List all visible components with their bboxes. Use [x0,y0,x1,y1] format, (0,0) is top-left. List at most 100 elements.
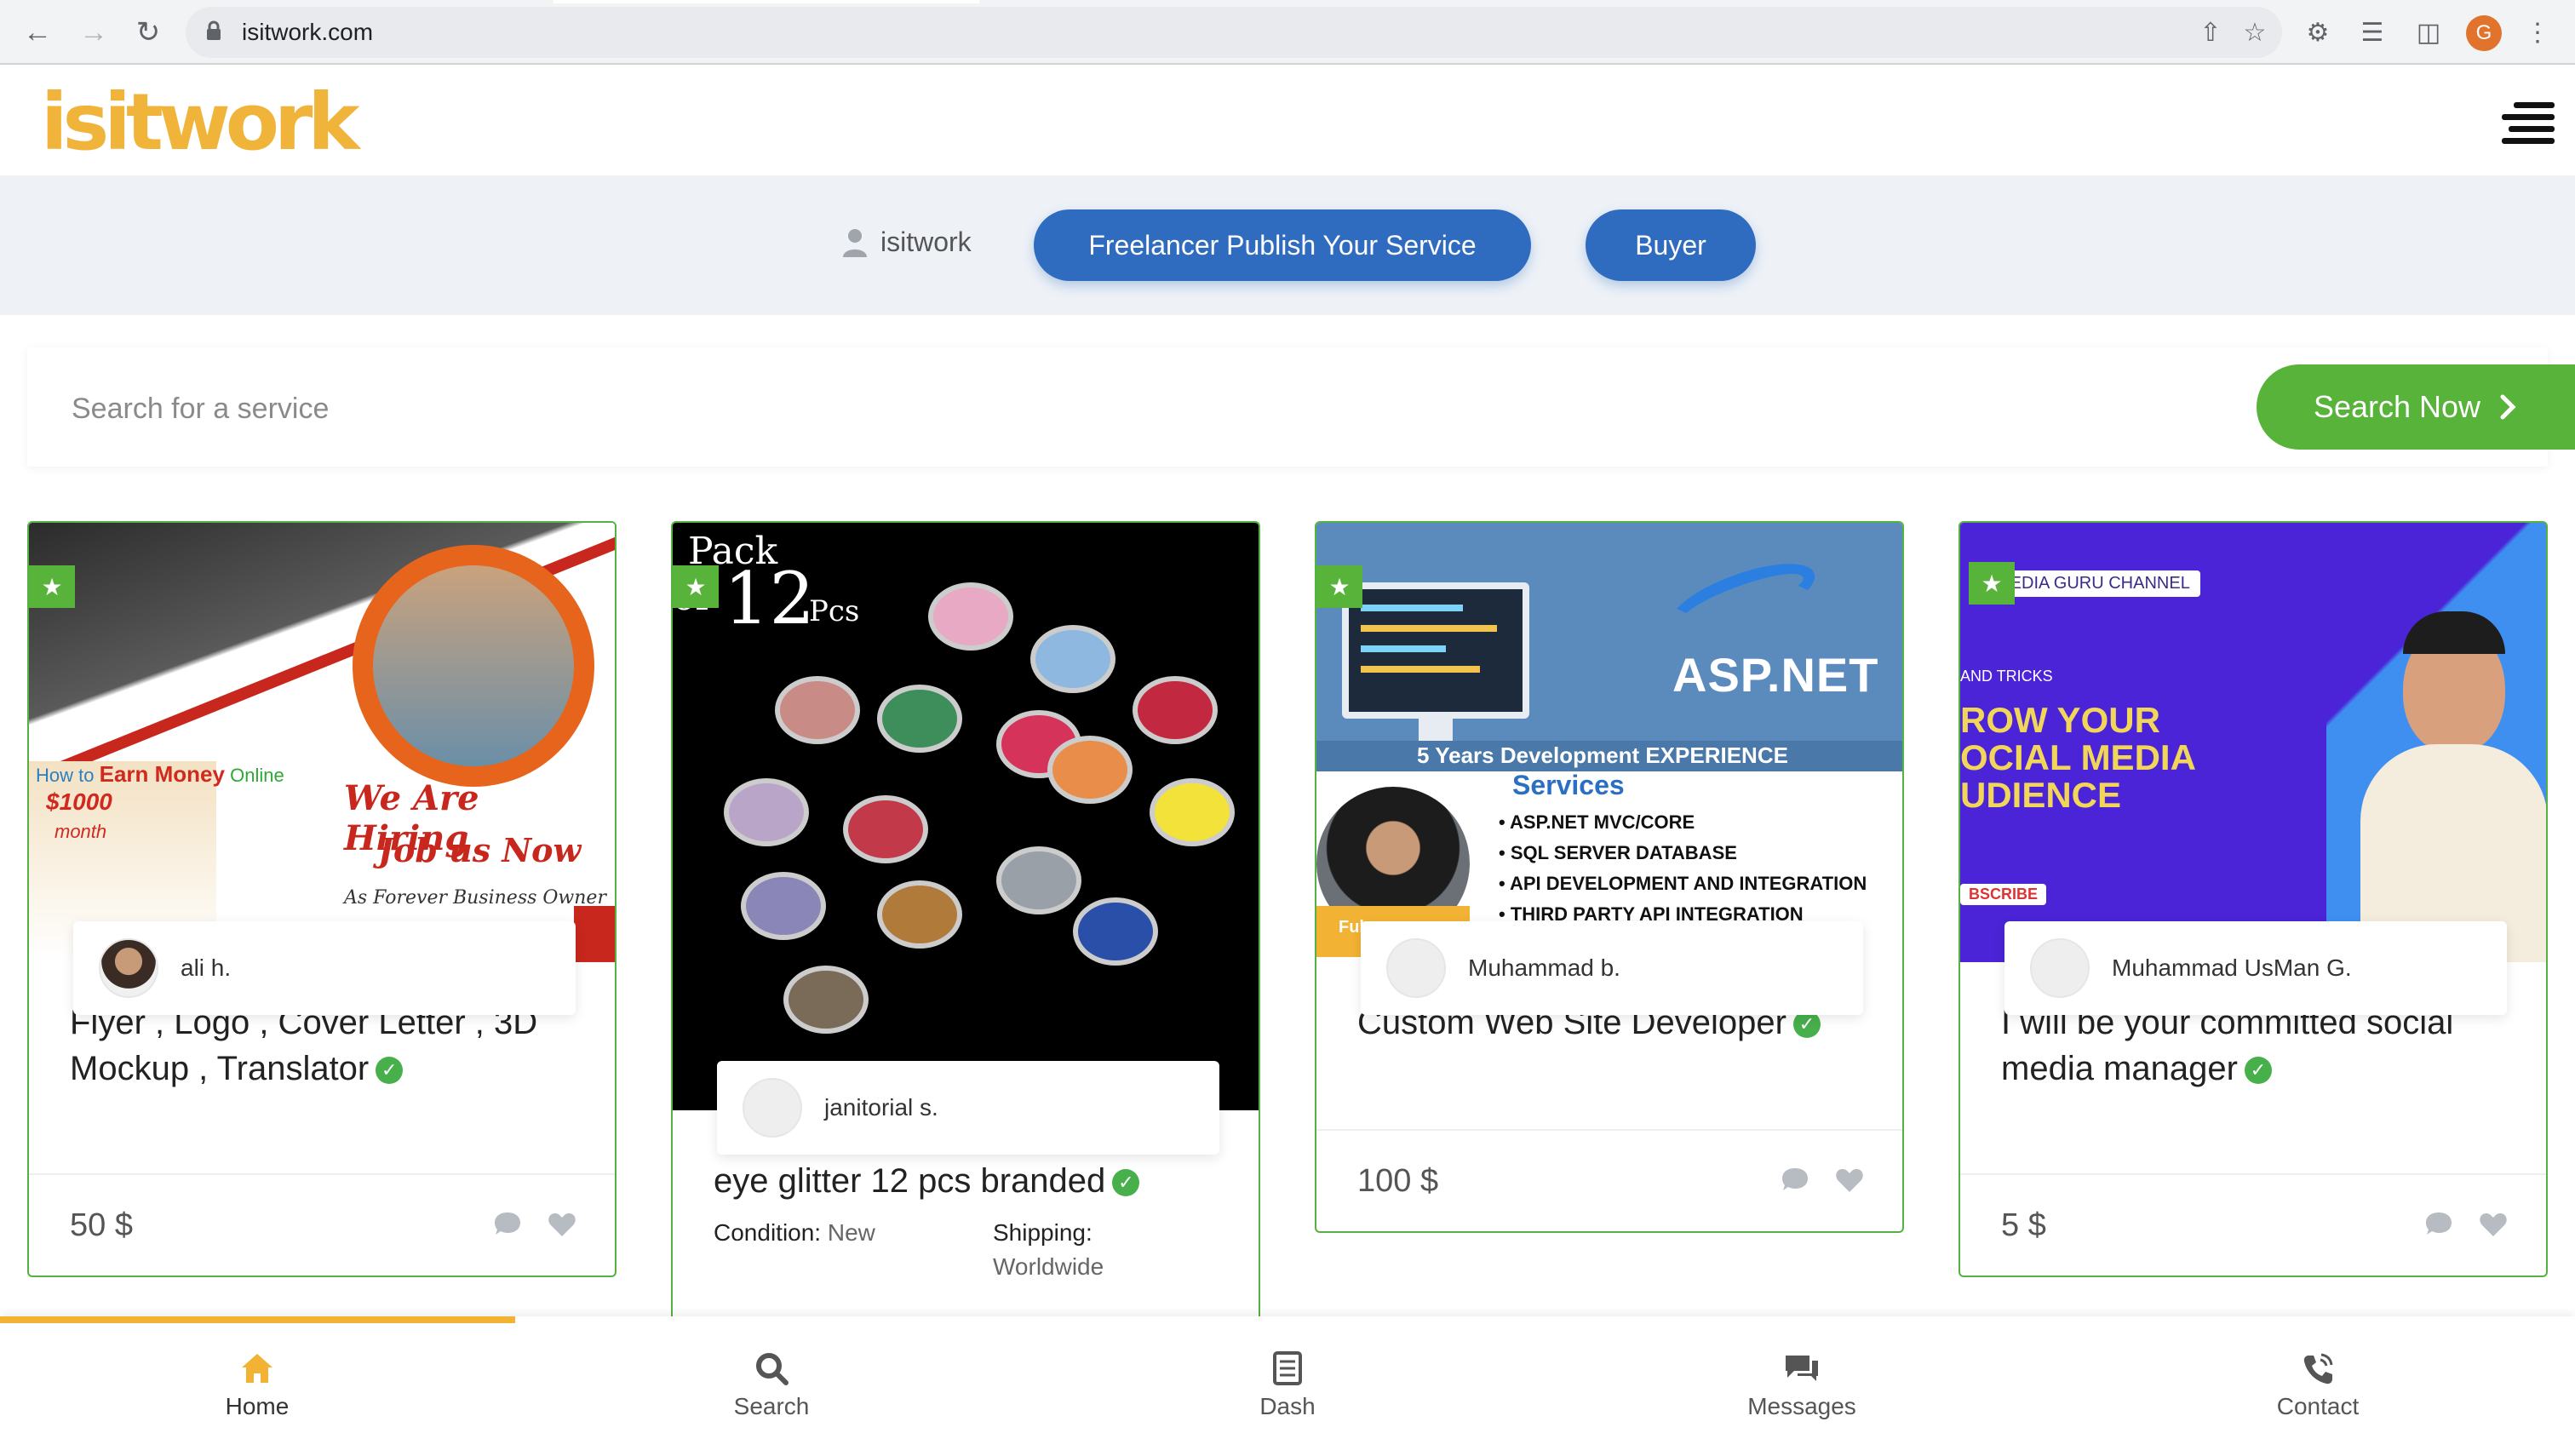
verified-check-icon: ✓ [376,1057,404,1085]
card-footer: 50 $ [29,1173,615,1275]
side-panel-icon[interactable]: ◫ [2412,15,2446,49]
nav-dash[interactable]: Dash [1185,1350,1390,1420]
product-card[interactable]: Pack of 12 Pcs ★ janitorial s. eye glitt… [671,521,1260,1338]
service-image[interactable]: MEDIA GURU CHANNEL AND TRICKS ROW YOUR O… [1960,523,2546,962]
product-specs: Condition: New Shipping: Worldwide [673,1219,1259,1287]
seller-chip[interactable]: ali h. [73,921,576,1015]
active-tab-indicator [553,0,979,3]
back-icon[interactable]: ← [17,12,58,53]
user-icon [843,228,867,257]
freelancer-publish-button[interactable]: Freelancer Publish Your Service [1034,209,1531,281]
reload-icon[interactable]: ↻ [128,12,169,53]
featured-star-icon: ★ [29,565,75,608]
art-hiring-2: Job us Now [378,831,582,869]
art-service-item: API DEVELOPMENT AND INTEGRATION [1510,873,1867,894]
verified-check-icon: ✓ [1792,1011,1821,1039]
art-earn-3: Online [230,765,284,786]
art-experience: 5 Years Development EXPERIENCE [1417,742,1788,768]
service-card[interactable]: MEDIA GURU CHANNEL AND TRICKS ROW YOUR O… [1958,521,2548,1277]
browser-toolbar: ← → ↻ isitwork.com ⇧ ☆ ⚙ ☰ ◫ G ⋮ [0,0,2575,65]
loading-progress-bar [0,1316,515,1323]
forward-icon[interactable]: → [73,12,114,53]
seller-name: ali h. [181,954,232,981]
art-brand: ASP.NET [1672,648,1879,702]
shipping-label: Shipping: [993,1219,1093,1246]
search-icon [756,1353,789,1385]
art-service-item: SQL SERVER DATABASE [1510,842,1737,863]
seller-chip[interactable]: janitorial s. [717,1061,1219,1155]
art-tricks: AND TRICKS [1960,668,2053,685]
art-service-list: • ASP.NET MVC/CORE • SQL SERVER DATABASE… [1499,811,1867,925]
bookmark-star-icon[interactable]: ☆ [2241,19,2268,47]
comment-icon[interactable] [2423,1209,2454,1240]
art-services: Services [1512,770,1625,800]
service-image[interactable]: How to Earn Money Online $1000 month We … [29,523,615,962]
search-now-button[interactable]: Search Now [2257,364,2575,450]
home-icon [242,1354,272,1383]
product-title-text: eye glitter 12 pcs branded [714,1162,1106,1200]
art-amount: $1000 [46,788,112,815]
heart-icon[interactable] [2478,1209,2509,1240]
dashboard-icon [1273,1351,1302,1385]
service-price: 5 $ [2001,1207,2046,1243]
nav-home-label: Home [225,1393,290,1419]
art-line-3: UDIENCE [1960,775,2122,815]
service-title-text: Flyer , Logo , Cover Letter , 3D Mockup … [70,1004,538,1087]
product-image[interactable]: Pack of 12 Pcs ★ [673,523,1259,1110]
nav-dash-label: Dash [1259,1393,1316,1419]
nav-contact[interactable]: Contact [2216,1350,2420,1420]
phone-icon [2303,1353,2333,1384]
card-footer: 100 $ [1316,1129,1902,1231]
service-title-text: I will be your committed social media ma… [2001,1004,2454,1087]
username-label: isitwork [880,226,972,257]
seller-chip[interactable]: Muhammad UsMan G. [2004,921,2507,1015]
current-user[interactable]: isitwork [843,226,972,258]
address-bar[interactable]: isitwork.com ⇧ ☆ [186,7,2282,58]
service-image[interactable]: ASP.NET 5 Years Development EXPERIENCE S… [1316,523,1902,962]
comment-icon[interactable] [1780,1165,1810,1195]
nav-messages-label: Messages [1747,1393,1856,1419]
chevron-right-icon [2500,394,2516,420]
profile-avatar[interactable]: G [2466,15,2502,51]
media-control-icon[interactable]: ☰ [2355,15,2389,49]
messages-icon [1786,1356,1818,1381]
verified-check-icon: ✓ [2244,1057,2272,1085]
service-card[interactable]: How to Earn Money Online $1000 month We … [27,521,617,1277]
search-now-label: Search Now [2313,389,2481,424]
service-price: 100 $ [1357,1163,1439,1199]
buyer-button[interactable]: Buyer [1586,209,1756,281]
heart-icon[interactable] [1834,1165,1865,1195]
seller-avatar-placeholder [743,1078,802,1138]
art-earn-1: How to [36,765,95,786]
featured-star-icon: ★ [1316,565,1362,608]
lock-icon [207,20,221,40]
browser-menu-icon[interactable]: ⋮ [2521,15,2555,49]
product-title[interactable]: eye glitter 12 pcs branded ✓ [673,1158,1259,1204]
seller-chip[interactable]: Muhammad b. [1361,921,1863,1015]
condition-value: New [827,1219,875,1246]
art-earn-2: Earn Money [99,761,225,787]
search-panel: Search Now [27,347,2575,467]
art-line-1: ROW YOUR [1960,700,2160,740]
art-channel: MEDIA GURU CHANNEL [1986,570,2200,597]
nav-search[interactable]: Search [669,1350,874,1420]
heart-icon[interactable] [547,1209,577,1240]
search-input[interactable] [72,375,2200,443]
service-card[interactable]: ASP.NET 5 Years Development EXPERIENCE S… [1315,521,1904,1233]
seller-name: Muhammad UsMan G. [2112,954,2352,981]
art-pack-4: Pcs [809,594,860,628]
shipping-value: Worldwide [993,1253,1104,1280]
art-period: month [54,821,107,842]
comment-icon[interactable] [492,1209,523,1240]
hamburger-menu-icon[interactable] [2502,102,2555,145]
service-price: 50 $ [70,1207,133,1243]
nav-home[interactable]: Home [155,1350,359,1420]
art-subscribe: BSCRIBE [1960,884,2047,905]
nav-messages[interactable]: Messages [1700,1350,1904,1420]
bottom-navigation: Home Search Dash Messages Contact [0,1316,2575,1456]
share-icon[interactable]: ⇧ [2197,19,2224,47]
extensions-icon[interactable]: ⚙ [2301,15,2335,49]
art-service-item: ASP.NET MVC/CORE [1510,811,1695,833]
card-footer: 5 $ [1960,1173,2546,1275]
site-logo[interactable]: isitwork [41,77,360,168]
